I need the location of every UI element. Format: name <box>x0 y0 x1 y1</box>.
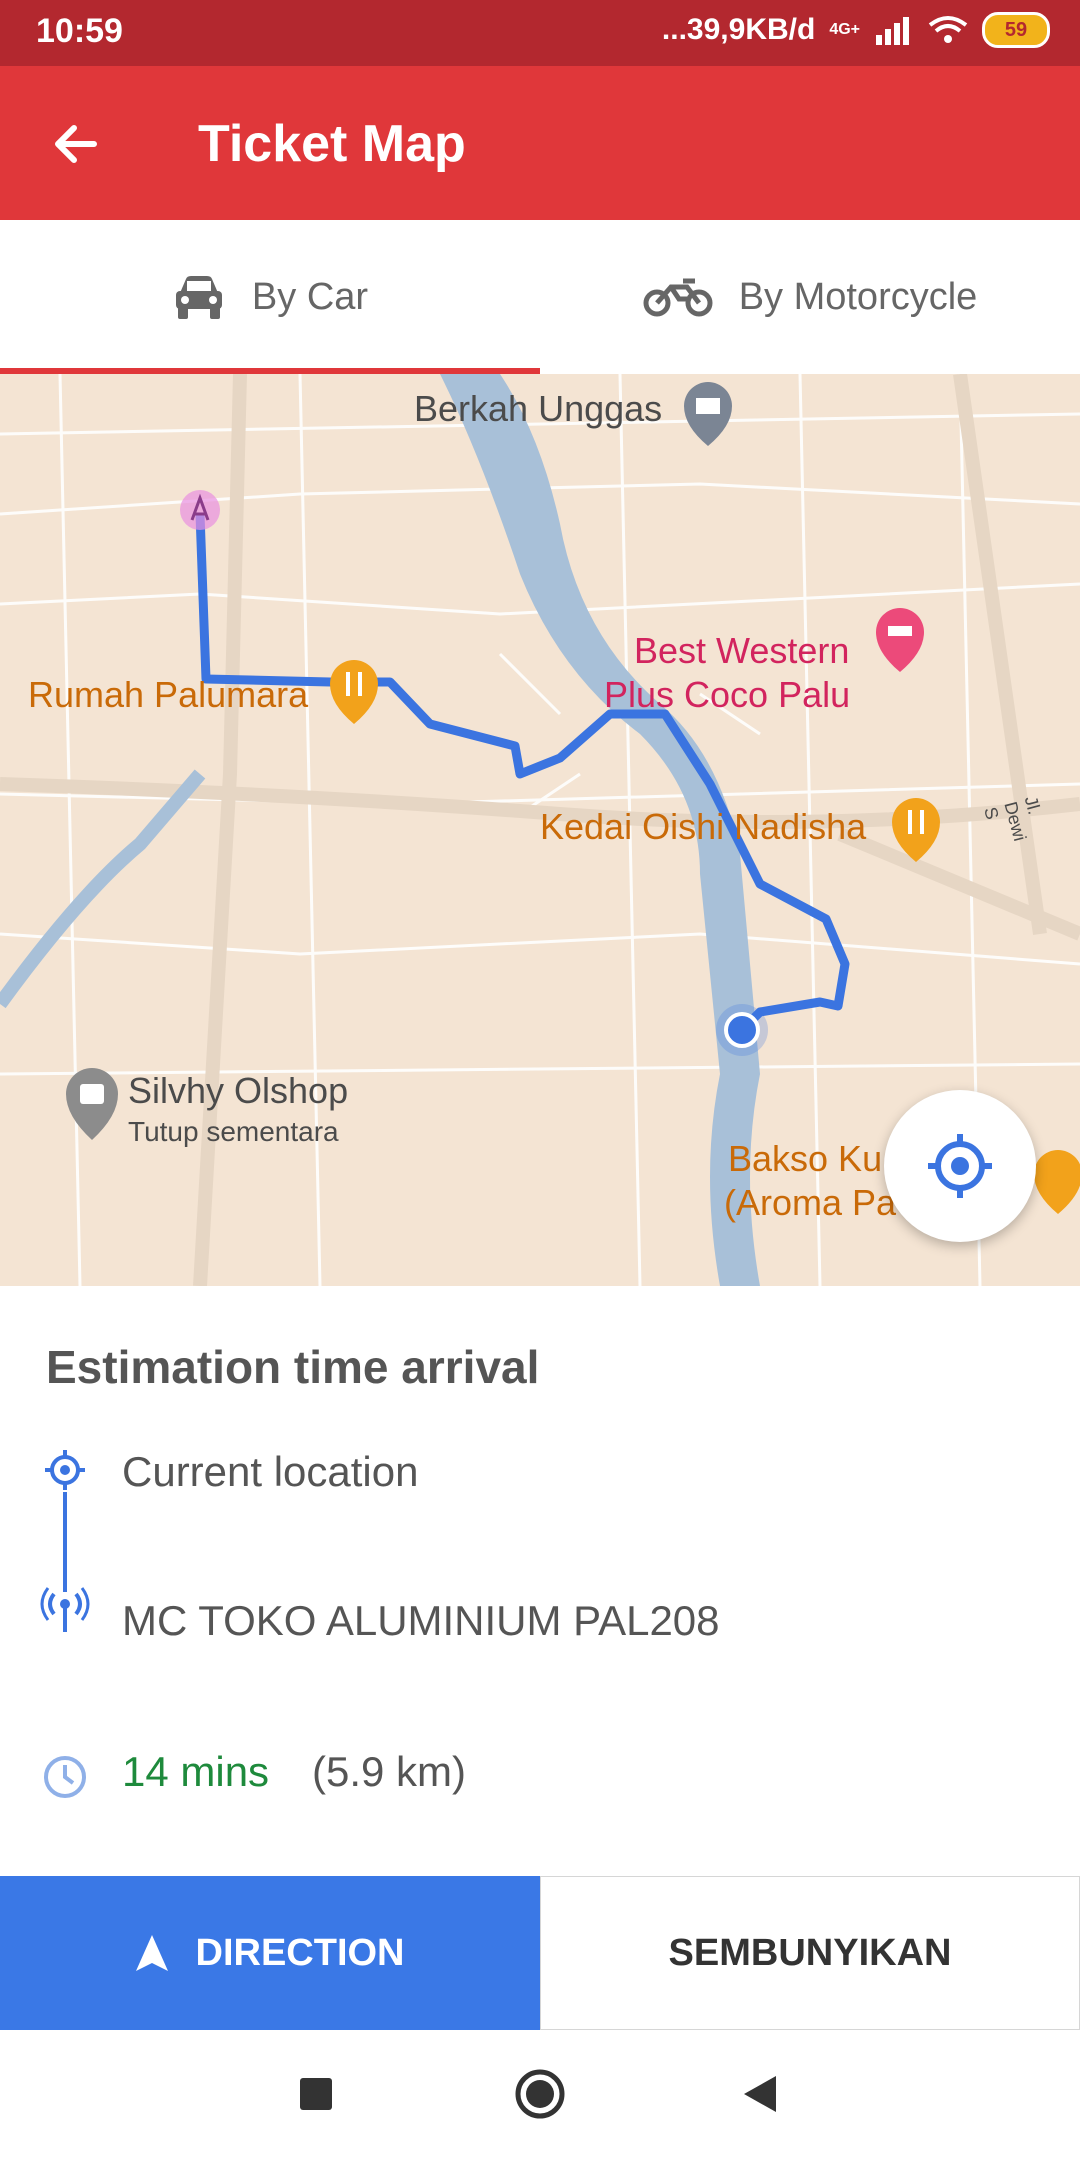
network-type: 4G+ <box>829 21 860 38</box>
page-title: Ticket Map <box>198 115 466 173</box>
network-speed: ...39,9KB/d <box>661 13 816 46</box>
system-nav-bar <box>0 2030 1080 2160</box>
map-label-best-western-2[interactable]: Plus Coco Palu <box>604 674 850 716</box>
recents-icon[interactable] <box>298 2076 334 2112</box>
wifi-icon <box>928 16 968 43</box>
hide-button-label: SEMBUNYIKAN <box>668 1931 952 1974</box>
clock-icon <box>44 1756 86 1798</box>
map-label-kedai[interactable]: Kedai Oishi Nadisha <box>540 806 866 848</box>
eta-heading: Estimation time arrival <box>46 1341 540 1393</box>
hide-button[interactable]: SEMBUNYIKAN <box>540 1876 1080 2030</box>
tab-by-motorcycle[interactable]: By Motorcycle <box>540 220 1080 374</box>
status-bar: 10:59 ...39,9KB/d 4G+ 59 <box>0 0 1080 66</box>
map-label-berkah[interactable]: Berkah Unggas <box>414 388 662 430</box>
map-label-silvhy-status: Tutup sementara <box>128 1116 339 1147</box>
tab-by-car-label: By Car <box>251 275 369 318</box>
battery-icon: 59 <box>982 12 1050 48</box>
tab-by-motorcycle-label: By Motorcycle <box>738 275 978 318</box>
restaurant-pin-icon <box>330 660 378 724</box>
eta-duration: 14 mins <box>122 1748 270 1795</box>
mode-tabs: By Car By Motorcycle <box>0 220 1080 374</box>
map-label-rumah-palumara[interactable]: Rumah Palumara <box>28 674 308 716</box>
car-icon <box>175 276 222 319</box>
signal-icon <box>876 17 909 45</box>
map-label-bakso-2[interactable]: (Aroma Pa <box>724 1182 896 1224</box>
motorcycle-icon <box>643 278 713 317</box>
tab-by-car[interactable]: By Car <box>0 220 540 374</box>
status-icons: ...39,9KB/d 4G+ 59 <box>662 12 1050 48</box>
destination-text: MC TOKO ALUMINIUM PAL208 <box>122 1597 720 1644</box>
map-label-best-western-1[interactable]: Best Western <box>634 630 849 672</box>
eta-distance: (5.9 km) <box>312 1748 467 1795</box>
crosshair-icon <box>928 1134 992 1198</box>
eta-panel: Estimation time arrival Current location… <box>0 1286 1080 1876</box>
my-location-button[interactable] <box>884 1090 1036 1242</box>
destination-antenna-icon <box>40 1587 90 1632</box>
home-icon[interactable] <box>514 2068 566 2120</box>
map-label-silvhy[interactable]: Silvhy Olshop <box>128 1070 348 1112</box>
status-time: 10:59 <box>36 12 123 50</box>
direction-button-label: DIRECTION <box>195 1931 405 1974</box>
map-label-bakso-1[interactable]: Bakso Ku <box>728 1138 882 1180</box>
arrow-left-icon[interactable] <box>48 116 104 172</box>
back-triangle-icon[interactable] <box>742 2074 778 2114</box>
navigation-arrow-icon <box>135 1935 168 1971</box>
app-bar: Ticket Map <box>0 66 1080 220</box>
direction-button[interactable]: DIRECTION <box>0 1876 540 2030</box>
origin-text: Current location <box>122 1448 419 1495</box>
